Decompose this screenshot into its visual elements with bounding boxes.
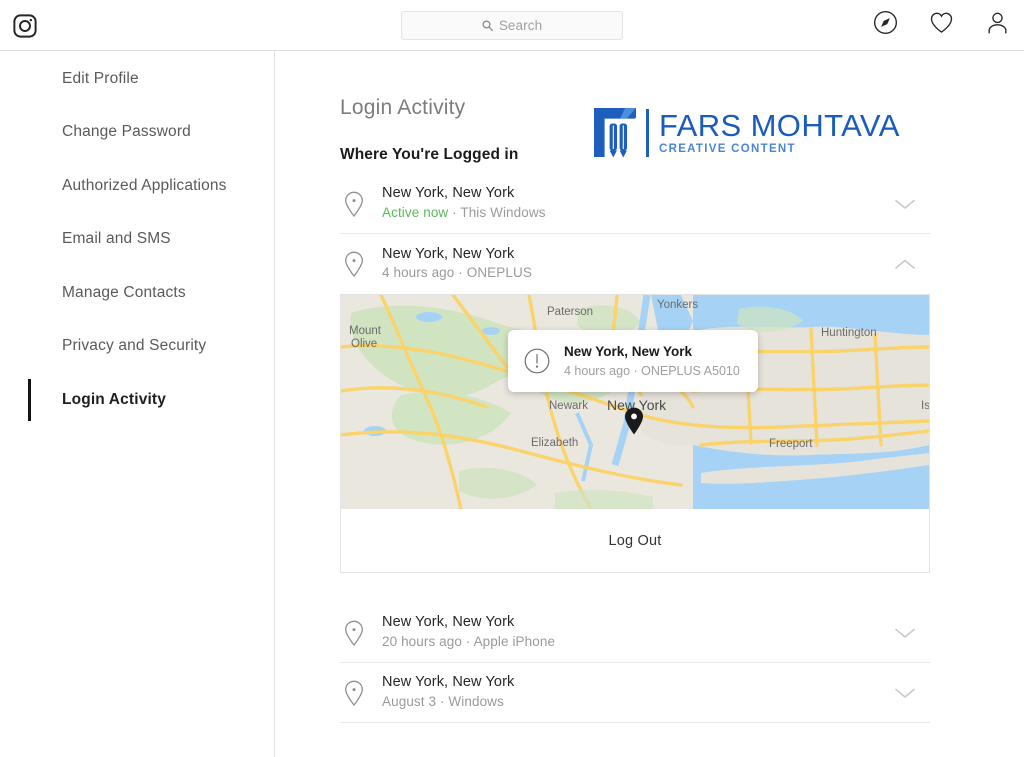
sidebar-item-privacy-and-security[interactable]: Privacy and Security	[28, 320, 274, 374]
sidebar-item-manage-contacts[interactable]: Manage Contacts	[28, 266, 274, 320]
search-input[interactable]: Search	[401, 11, 623, 40]
sidebar-item-edit-profile[interactable]: Edit Profile	[28, 52, 274, 106]
chevron-down-icon[interactable]	[894, 686, 916, 699]
sidebar-item-change-password[interactable]: Change Password	[28, 106, 274, 160]
session-separator: ·	[454, 265, 467, 281]
brand-tagline: CREATIVE CONTENT	[659, 143, 796, 156]
map-pin-icon	[625, 407, 643, 435]
location-pin-icon	[345, 191, 363, 217]
session-row[interactable]: New York, New York 4 hours ago · ONEPLUS	[340, 234, 930, 294]
session-meta: Active now · This Windows	[382, 204, 546, 223]
session-status: August 3	[382, 693, 437, 709]
session-separator: ·	[462, 633, 474, 649]
sidebar-item-label: Privacy and Security	[62, 337, 207, 355]
tooltip-meta: 4 hours ago · ONEPLUS A5010	[564, 363, 740, 378]
session-location: New York, New York	[382, 245, 515, 262]
session-status: Active now	[382, 204, 449, 220]
page-title: Login Activity	[340, 96, 466, 119]
login-sessions-list: New York, New York Active now · This Win…	[340, 174, 930, 723]
chevron-down-icon[interactable]	[894, 197, 916, 210]
sidebar-item-login-activity[interactable]: Login Activity	[28, 373, 274, 427]
profile-person-icon[interactable]	[985, 10, 1010, 35]
session-device: Apple iPhone	[473, 633, 556, 649]
session-separator: ·	[448, 204, 461, 220]
map-graphic	[341, 295, 929, 509]
session-meta: August 3 · Windows	[382, 693, 514, 712]
sidebar-item-label: Change Password	[62, 123, 191, 141]
session-location: New York, New York	[382, 185, 515, 202]
search-placeholder-text: Search	[498, 18, 543, 33]
session-location: New York, New York	[382, 614, 515, 631]
session-meta: 20 hours ago · Apple iPhone	[382, 633, 555, 652]
session-meta: 4 hours ago · ONEPLUS	[382, 264, 532, 283]
sidebar-item-label: Authorized Applications	[62, 176, 227, 194]
sidebar-item-label: Email and SMS	[62, 230, 171, 248]
location-map[interactable]: Mount Olive Paterson Yonkers Huntington …	[341, 295, 929, 509]
settings-sidebar: Edit Profile Change Password Authorized …	[28, 52, 275, 757]
search-icon	[482, 20, 493, 31]
instagram-camera-icon[interactable]	[12, 12, 38, 39]
sidebar-item-label: Edit Profile	[62, 69, 139, 87]
chevron-up-icon[interactable]	[894, 258, 916, 271]
session-location: New York, New York	[382, 674, 515, 691]
exclamation-circle-icon	[524, 348, 550, 374]
explore-compass-icon[interactable]	[873, 10, 898, 35]
session-row[interactable]: New York, New York Active now · This Win…	[340, 174, 930, 234]
location-pin-icon	[345, 251, 363, 277]
sidebar-item-label: Manage Contacts	[62, 283, 186, 301]
session-row[interactable]: New York, New York 20 hours ago · Apple …	[340, 603, 930, 663]
location-pin-icon	[345, 680, 363, 706]
location-pin-icon	[345, 620, 363, 646]
session-separator: ·	[436, 693, 449, 709]
section-subtitle: Where You're Logged in	[340, 146, 519, 163]
nav-icon-group	[873, 10, 1010, 35]
log-out-button[interactable]: Log Out	[341, 509, 929, 572]
session-device: Windows	[448, 693, 504, 709]
fars-mohtava-pencils-icon	[594, 108, 636, 158]
tooltip-location: New York, New York	[564, 344, 693, 360]
sidebar-item-label: Login Activity	[62, 390, 167, 408]
card-spacer	[340, 573, 930, 603]
brand-name: FARS MOHTAVA	[659, 107, 900, 143]
log-out-label: Log Out	[608, 532, 662, 549]
sidebar-item-email-and-sms[interactable]: Email and SMS	[28, 213, 274, 267]
session-detail-card: Mount Olive Paterson Yonkers Huntington …	[340, 294, 930, 573]
session-device: ONEPLUS	[466, 265, 532, 281]
sidebar-item-authorized-applications[interactable]: Authorized Applications	[28, 159, 274, 213]
chevron-down-icon[interactable]	[894, 626, 916, 639]
map-session-tooltip: New York, New York 4 hours ago · ONEPLUS…	[508, 330, 758, 392]
session-status: 20 hours ago	[382, 633, 463, 649]
logo-divider	[646, 108, 649, 157]
session-status: 4 hours ago	[382, 265, 455, 281]
session-row[interactable]: New York, New York August 3 · Windows	[340, 663, 930, 723]
main-content: Login Activity Where You're Logged in FA…	[275, 52, 1024, 757]
heart-activity-icon[interactable]	[929, 10, 954, 35]
fars-mohtava-logo: FARS MOHTAVA CREATIVE CONTENT	[592, 106, 900, 159]
session-device: This Windows	[460, 204, 546, 220]
top-navigation-bar: Search	[0, 0, 1024, 51]
